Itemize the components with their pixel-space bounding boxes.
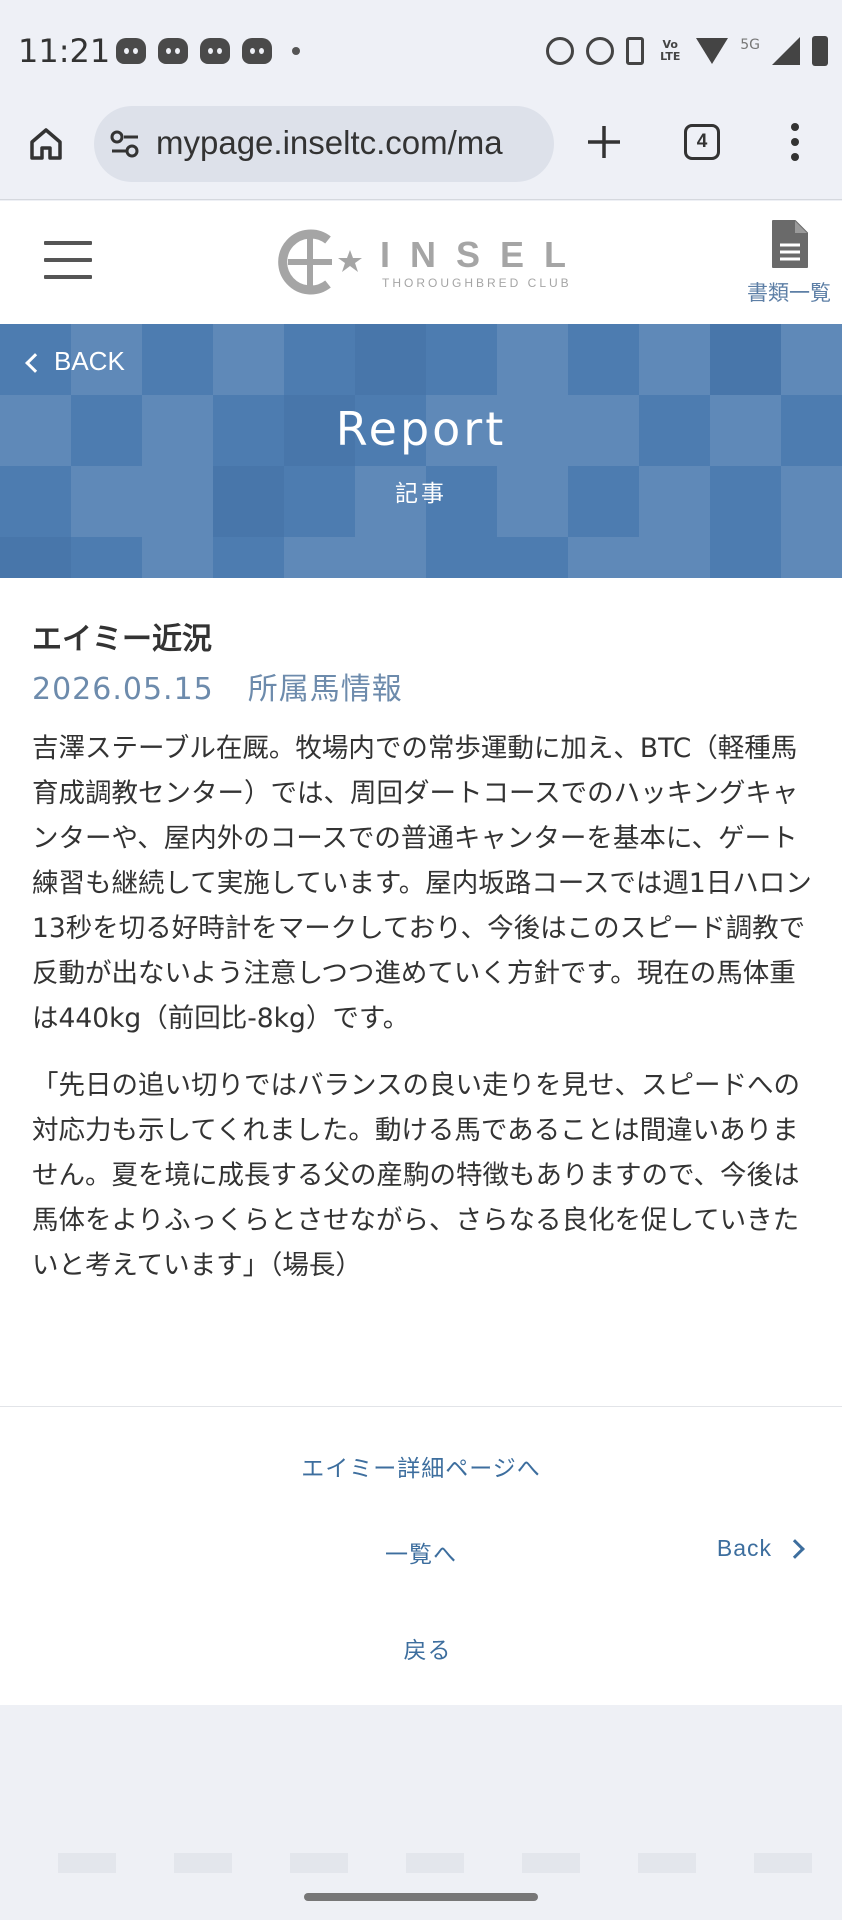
back-link[interactable]: Back: [716, 1535, 805, 1562]
article: エイミー近況 2026.05.15 所属馬情報 吉澤ステーブル在厩。牧場内での常歩…: [0, 578, 842, 1407]
documents-list-label: 書類一覧: [747, 281, 831, 305]
footer-placeholders: [58, 1853, 812, 1873]
logo-subtitle: THOROUGHBRED CLUB: [382, 276, 572, 290]
banner-back-link[interactable]: BACK: [25, 346, 125, 377]
address-bar[interactable]: mypage.inseltc.com/ma: [94, 106, 554, 182]
url-text[interactable]: mypage.inseltc.com/ma: [156, 124, 546, 162]
article-paragraph: 「先日の追い切りではバランスの良い走りを見せ、スピードへの対応力も示してくれまし…: [32, 1070, 800, 1281]
battery-icon: [812, 36, 828, 66]
home-icon[interactable]: [28, 126, 64, 162]
hamburger-menu-icon[interactable]: [44, 241, 92, 281]
browser-toolbar: mypage.inseltc.com/ma 4: [0, 100, 842, 200]
more-options-icon[interactable]: [790, 122, 800, 162]
volte-icon: Vo LTE: [660, 38, 681, 63]
return-link[interactable]: 戻る: [0, 1631, 842, 1665]
gesture-bar[interactable]: [304, 1893, 538, 1901]
article-paragraph: 吉澤ステーブル在厩。牧場内での常歩運動に加え、BTC（軽種馬育成調教センター）で…: [32, 733, 812, 1034]
discord-icon: [242, 38, 272, 64]
discord-icon: [116, 38, 146, 64]
alarm-icon: [546, 37, 575, 65]
notification-icons: [116, 38, 300, 64]
document-icon: [772, 220, 808, 268]
article-date: 2026.05.15: [32, 672, 214, 707]
data-saver-icon: [586, 37, 615, 65]
status-time: 11:21: [18, 32, 111, 70]
horse-detail-link[interactable]: エイミー詳細ページへ: [0, 1449, 842, 1483]
page-footer: [0, 1705, 842, 1920]
system-icons: Vo LTE 5G: [546, 36, 828, 66]
site-settings-icon[interactable]: [110, 130, 140, 158]
new-tab-icon[interactable]: [584, 122, 624, 162]
vibrate-icon: [626, 37, 645, 65]
report-banner: BACK Report 記事: [0, 324, 842, 578]
documents-list-link[interactable]: 書類一覧: [744, 219, 834, 307]
banner-subtitle: 記事: [395, 481, 447, 507]
chevron-left-icon: [25, 352, 45, 373]
back-link-label: Back: [716, 1535, 772, 1561]
dot-icon: [292, 47, 300, 55]
article-body: 吉澤ステーブル在厩。牧場内での常歩運動に加え、BTC（軽種馬育成調教センター）で…: [32, 726, 812, 1310]
tab-switcher-button[interactable]: 4: [684, 124, 720, 160]
site-logo[interactable]: INSEL THOROUGHBRED CLUB: [270, 226, 580, 298]
wifi-icon: [696, 38, 729, 64]
article-links: エイミー詳細ページへ 一覧へ Back 戻る: [0, 1407, 842, 1705]
logo-emblem-icon: [278, 229, 362, 295]
discord-icon: [200, 38, 230, 64]
discord-icon: [158, 38, 188, 64]
banner-title: Report: [335, 402, 507, 456]
banner-back-label: BACK: [54, 346, 125, 376]
status-bar: 11:21 Vo LTE 5G: [0, 0, 842, 100]
article-category: 所属馬情報: [247, 672, 403, 707]
site-header: INSEL THOROUGHBRED CLUB 書類一覧: [0, 201, 842, 324]
signal-icon: [772, 37, 800, 65]
article-meta: 2026.05.15 所属馬情報: [32, 664, 403, 708]
article-title: エイミー近況: [32, 622, 212, 657]
chevron-right-icon: [785, 1538, 805, 1559]
logo-text: INSEL: [380, 234, 587, 275]
5g-icon: 5G: [740, 37, 760, 53]
list-link[interactable]: 一覧へ: [0, 1535, 842, 1569]
